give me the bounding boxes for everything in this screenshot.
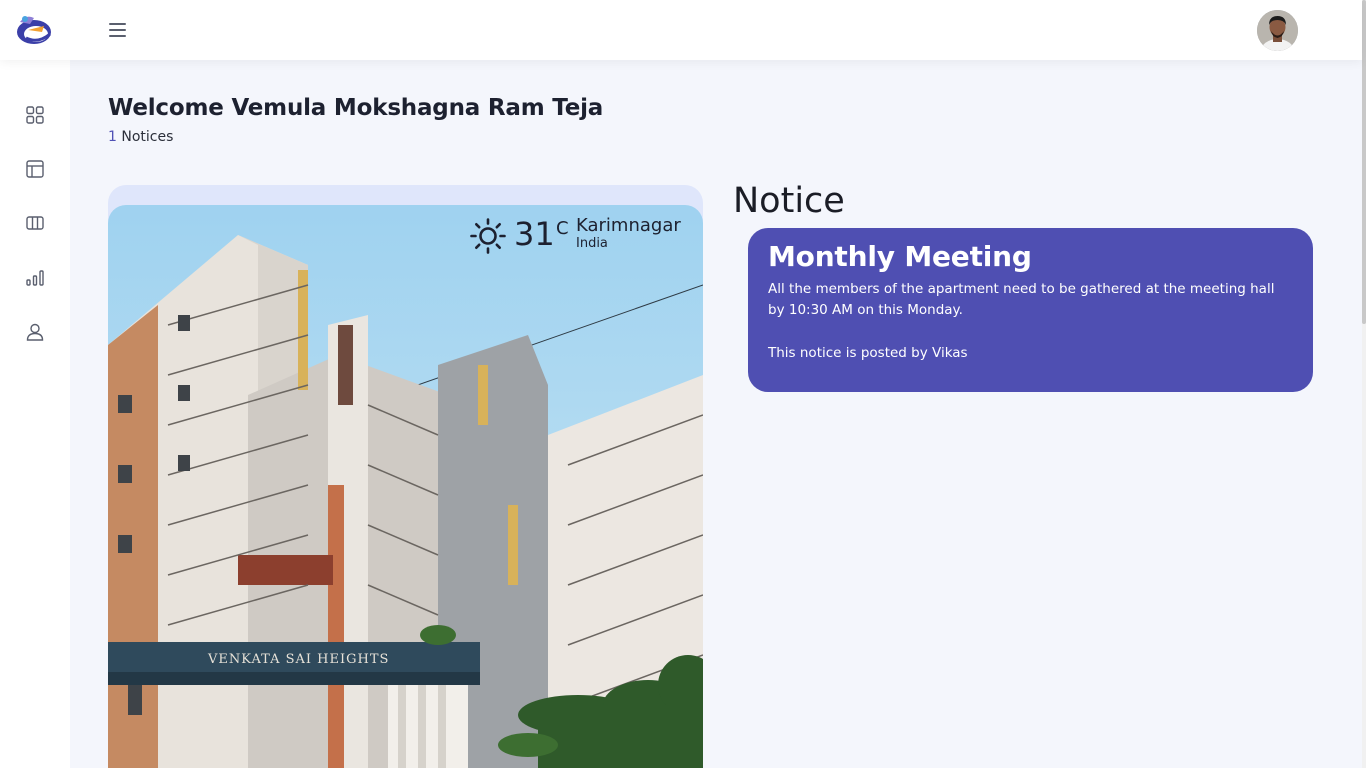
notice-title: Monthly Meeting	[768, 240, 1032, 273]
top-navbar	[0, 0, 1362, 60]
notices-count-number: 1	[108, 129, 117, 145]
building-sign: VENKATA SAI HEIGHTS	[207, 652, 389, 667]
dashboard-grid-icon[interactable]	[24, 104, 46, 126]
hamburger-icon	[109, 23, 126, 25]
user-avatar[interactable]	[1257, 10, 1298, 51]
notice-card[interactable]: Monthly Meeting All the members of the a…	[748, 228, 1313, 392]
apartment-logo-icon[interactable]	[14, 12, 54, 48]
sun-icon	[470, 218, 506, 254]
bar-chart-icon[interactable]	[24, 267, 46, 289]
sidebar	[0, 60, 70, 768]
notice-body: All the members of the apartment need to…	[768, 281, 1275, 318]
hamburger-menu-button[interactable]	[106, 18, 130, 42]
notice-author: This notice is posted by Vikas	[768, 345, 968, 361]
welcome-title: Welcome Vemula Mokshagna Ram Teja	[108, 95, 604, 121]
building-photo: VENKATA SAI HEIGHTS	[108, 205, 703, 768]
weather-unit: C	[556, 218, 569, 239]
scrollbar-thumb[interactable]	[1362, 0, 1366, 324]
columns-icon[interactable]	[24, 212, 46, 234]
notices-count-label: Notices	[121, 129, 174, 145]
hamburger-line	[109, 35, 126, 37]
notice-heading: Notice	[733, 181, 845, 221]
weather-city: Karimnagar	[576, 215, 681, 236]
page-scrollbar[interactable]	[1362, 0, 1366, 768]
weather-country: India	[576, 236, 608, 251]
hamburger-line	[109, 29, 126, 31]
user-icon[interactable]	[24, 321, 46, 343]
layout-icon[interactable]	[24, 158, 46, 180]
weather-temperature: 31	[514, 215, 555, 253]
notices-count: 1 Notices	[108, 129, 173, 145]
